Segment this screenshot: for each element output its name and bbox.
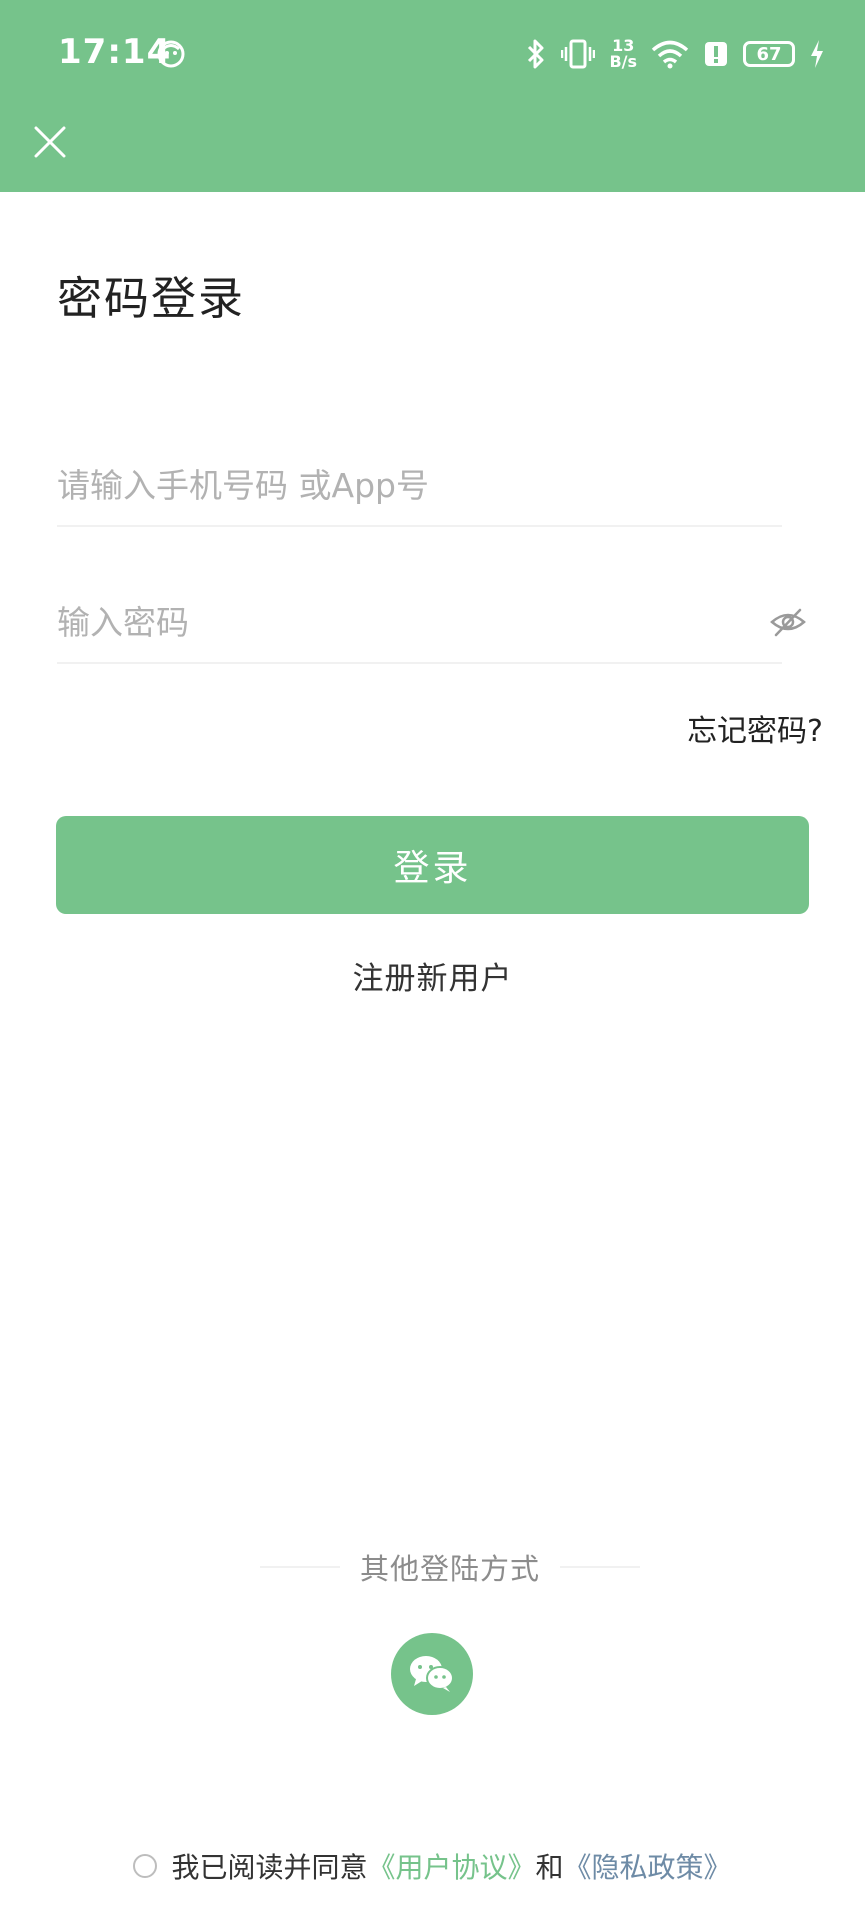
page-title: 密码登录 [57,272,246,325]
divider-left [260,1566,340,1568]
face-notification-icon [157,40,185,68]
battery-icon: 67 [743,41,795,67]
status-bar: 17:14 13 B/s 67 [0,0,865,105]
phone-field [57,445,782,527]
status-time: 17:14 [58,32,172,72]
status-icons: 13 B/s 67 [525,34,825,74]
password-input[interactable] [57,582,697,662]
register-link[interactable]: 注册新用户 [0,953,865,998]
agreement-checkbox[interactable] [133,1854,158,1878]
agreement-connector: 和 [535,1851,564,1884]
divider-right [560,1566,640,1568]
charging-icon [811,40,823,68]
header-bar: 17:14 13 B/s 67 [0,0,865,192]
bluetooth-icon [528,39,544,69]
phone-input[interactable] [57,445,697,525]
login-button[interactable]: 登录 [56,816,809,914]
wifi-icon [651,40,689,69]
user-agreement-link[interactable]: 《用户协议》 [367,1846,535,1886]
privacy-policy-link[interactable]: 《隐私政策》 [564,1846,732,1886]
password-field [57,582,806,664]
other-login-section: 其他登陆方式 [260,1546,640,1588]
eye-off-icon[interactable] [768,602,808,642]
other-login-label: 其他登陆方式 [359,1552,540,1586]
battery-level: 67 [756,43,782,65]
vibrate-icon [561,39,596,69]
wechat-login-button[interactable] [391,1633,473,1715]
wechat-icon [410,1656,454,1692]
close-icon[interactable] [32,124,68,160]
agreement-row: 我已阅读并同意 《用户协议》 和 《隐私政策》 [0,1846,865,1886]
network-speed-unit: B/s [609,52,637,71]
forgot-password-link[interactable]: 忘记密码? [687,706,823,750]
network-speed: 13 B/s [609,38,637,70]
alert-icon [705,42,727,66]
agreement-prefix: 我已阅读并同意 [171,1851,368,1884]
